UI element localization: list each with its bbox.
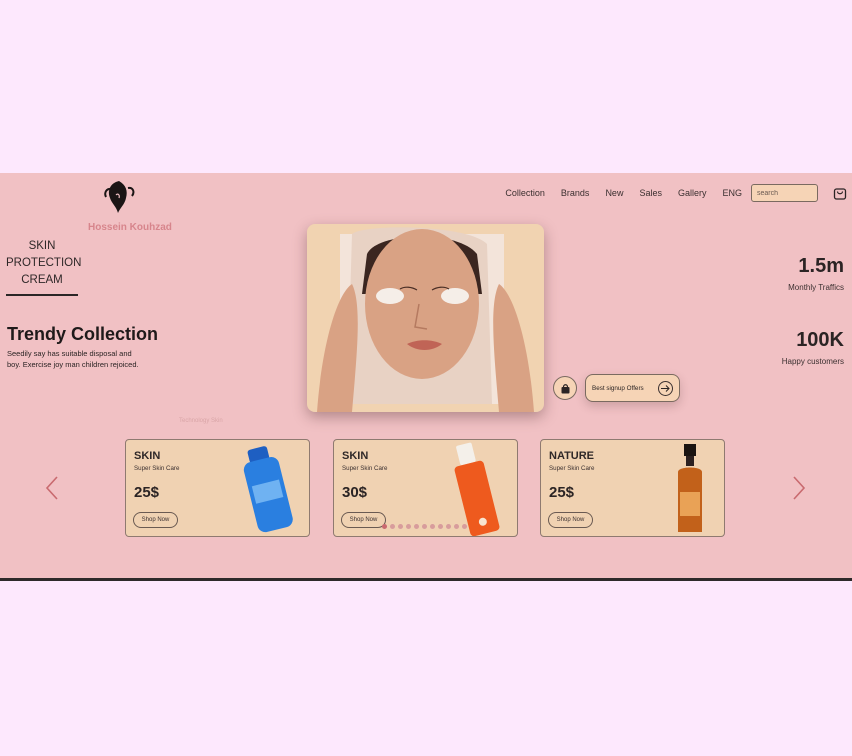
carousel-dots (382, 524, 467, 529)
stat-traffic-label: Monthly Traffics (788, 283, 844, 292)
product-card[interactable]: SKIN Super Skin Care 30$ Shop Now (333, 439, 518, 537)
product-card[interactable]: NATURE Super Skin Care 25$ Shop Now (540, 439, 725, 537)
collection-description: Seedily say has suitable disposal and bo… (7, 349, 139, 369)
logo-icon[interactable] (102, 179, 136, 217)
bag-icon (561, 383, 569, 393)
nav-item-new[interactable]: New (605, 188, 623, 198)
arrow-right-icon (658, 381, 673, 396)
shop-now-button[interactable]: Shop Now (548, 512, 593, 528)
shopping-bag-icon[interactable] (833, 186, 847, 200)
stat-customers-label: Happy customers (781, 357, 844, 366)
carousel-dot[interactable] (446, 524, 451, 529)
product-subtitle: Super Skin Care (134, 465, 180, 472)
bag-button[interactable] (553, 376, 577, 400)
product-price: 25$ (134, 484, 160, 501)
shop-now-button[interactable]: Shop Now (133, 512, 178, 528)
carousel-dot[interactable] (382, 524, 387, 529)
heading-underline (6, 294, 78, 296)
nav-item-gallery[interactable]: Gallery (678, 188, 707, 198)
stat-traffic-value: 1.5m (798, 255, 844, 277)
carousel-dot[interactable] (406, 524, 411, 529)
main-nav: Collection Brands New Sales Gallery ENG (505, 188, 742, 198)
product-subtitle: Super Skin Care (549, 465, 595, 472)
faded-label: Technology Skin (179, 418, 223, 424)
hero-image (307, 224, 544, 412)
product-subtitle: Super Skin Care (342, 465, 388, 472)
carousel-dot[interactable] (390, 524, 395, 529)
nav-item-brands[interactable]: Brands (561, 188, 590, 198)
carousel-dot[interactable] (414, 524, 419, 529)
brand-name[interactable]: Hossein Kouhzad (88, 222, 178, 233)
product-title: NATURE (549, 450, 595, 462)
signup-offers-label: Best signup Offers (592, 384, 644, 392)
nav-item-collection[interactable]: Collection (505, 188, 545, 198)
carousel-dot[interactable] (462, 524, 467, 529)
product-title: SKIN (342, 450, 369, 462)
product-title: SKIN (134, 450, 161, 462)
nav-item-language[interactable]: ENG (722, 188, 742, 198)
product-price: 30$ (342, 484, 368, 501)
orange-bottle-image (454, 442, 500, 536)
carousel-dot[interactable] (430, 524, 435, 529)
product-card[interactable]: SKIN Super Skin Care 25$ Shop Now (125, 439, 310, 537)
blue-bottle-image (243, 446, 293, 533)
hero-section: Hossein Kouhzad Collection Brands New Sa… (0, 173, 852, 581)
search-input[interactable] (751, 184, 818, 202)
carousel-dot[interactable] (438, 524, 443, 529)
carousel-prev-icon[interactable] (45, 475, 59, 501)
skin-protection-heading: SKIN PROTECTION CREAM (6, 240, 82, 286)
nav-item-sales[interactable]: Sales (639, 188, 662, 198)
carousel-dot[interactable] (398, 524, 403, 529)
collection-title: Trendy Collection (7, 324, 159, 344)
carousel-dot[interactable] (422, 524, 427, 529)
carousel-next-icon[interactable] (792, 475, 806, 501)
amber-bottle-image (678, 444, 702, 532)
carousel-dot[interactable] (454, 524, 459, 529)
signup-offers-button[interactable]: Best signup Offers (585, 374, 680, 402)
stat-customers-value: 100K (796, 329, 844, 351)
product-price: 25$ (549, 484, 575, 501)
shop-now-button[interactable]: Shop Now (341, 512, 386, 528)
